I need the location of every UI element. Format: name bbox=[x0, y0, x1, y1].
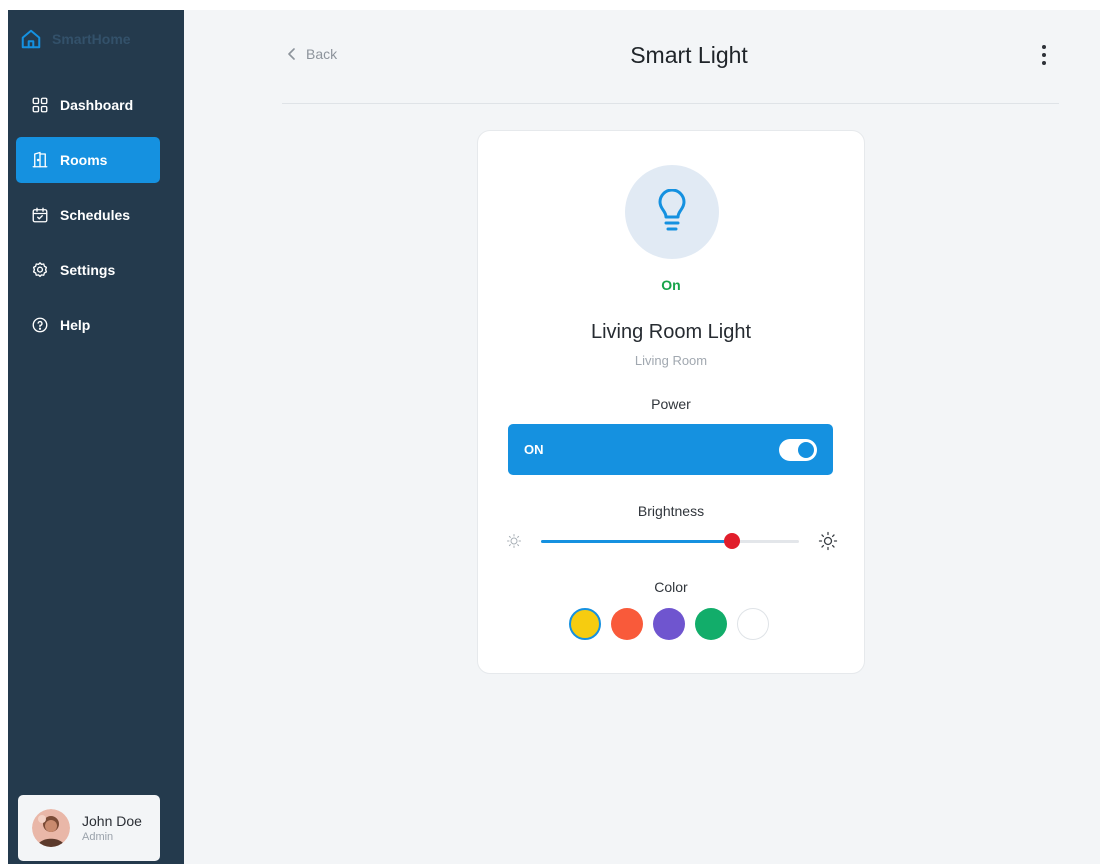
more-vertical-icon[interactable] bbox=[1036, 43, 1052, 67]
sidebar-item-label: Schedules bbox=[60, 207, 131, 223]
sidebar: SmartHome Dashboard Rooms Schedules Sett… bbox=[8, 10, 184, 864]
sidebar-item-dashboard[interactable]: Dashboard bbox=[16, 82, 160, 128]
power-toggle[interactable] bbox=[779, 438, 817, 461]
brightness-slider bbox=[506, 529, 838, 553]
header-divider bbox=[282, 103, 1059, 104]
sidebar-item-settings[interactable]: Settings bbox=[16, 247, 160, 293]
sidebar-item-help[interactable]: Help bbox=[16, 302, 160, 348]
brightness-high-icon bbox=[818, 531, 838, 551]
sidebar-nav: Dashboard Rooms Schedules Settings Help bbox=[16, 82, 160, 357]
lightbulb-icon bbox=[658, 189, 686, 231]
brightness-label: Brightness bbox=[637, 503, 705, 519]
avatar bbox=[32, 809, 70, 847]
door-icon bbox=[32, 151, 48, 168]
color-swatches bbox=[569, 608, 779, 642]
color-swatch-2[interactable] bbox=[653, 608, 685, 640]
device-name: Living Room Light bbox=[590, 321, 752, 343]
power-label: Power bbox=[651, 396, 691, 412]
dashboard-icon bbox=[32, 97, 48, 113]
page-title: Smart Light bbox=[630, 42, 748, 68]
brightness-track[interactable] bbox=[541, 533, 799, 549]
sidebar-item-rooms[interactable]: Rooms bbox=[16, 137, 160, 183]
user-profile[interactable]: John Doe Admin bbox=[18, 795, 160, 861]
main-content: Back Smart Light On Living Room Light Li… bbox=[184, 10, 1100, 864]
brightness-thumb[interactable] bbox=[723, 533, 740, 549]
bulb-icon-circle bbox=[625, 165, 719, 259]
power-state: ON bbox=[524, 442, 544, 457]
device-state: On bbox=[661, 277, 681, 293]
color-swatch-1[interactable] bbox=[611, 608, 643, 640]
home-icon bbox=[21, 29, 41, 49]
device-card: On Living Room Light Living Room Power O… bbox=[477, 130, 865, 674]
color-label: Color bbox=[654, 579, 688, 595]
sidebar-item-label: Settings bbox=[60, 262, 116, 278]
brand-name: SmartHome bbox=[52, 31, 131, 47]
calendar-icon bbox=[32, 207, 48, 223]
color-swatch-4[interactable] bbox=[737, 608, 769, 640]
help-icon bbox=[32, 317, 48, 333]
brightness-fill bbox=[541, 540, 732, 543]
sidebar-item-label: Rooms bbox=[60, 152, 108, 168]
brand[interactable]: SmartHome bbox=[20, 27, 131, 51]
sidebar-item-label: Help bbox=[60, 317, 91, 333]
user-name: John Doe bbox=[82, 813, 142, 829]
color-swatch-0[interactable] bbox=[569, 608, 601, 640]
sidebar-item-label: Dashboard bbox=[60, 97, 134, 113]
gear-icon bbox=[32, 262, 48, 278]
brightness-low-icon bbox=[507, 534, 521, 548]
color-swatch-3[interactable] bbox=[695, 608, 727, 640]
sidebar-item-schedules[interactable]: Schedules bbox=[16, 192, 160, 238]
user-role: Admin bbox=[82, 831, 114, 843]
device-room: Living Room bbox=[634, 353, 708, 368]
power-button[interactable]: ON bbox=[508, 424, 833, 475]
